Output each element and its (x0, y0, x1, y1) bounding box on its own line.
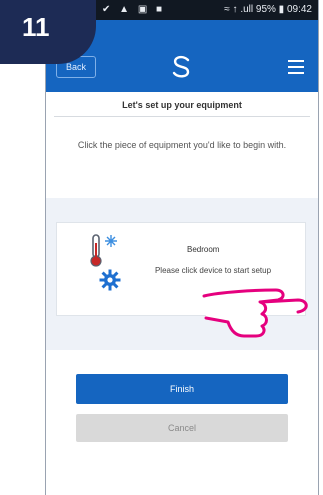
thermometer-icon (90, 234, 117, 267)
cancel-button[interactable]: Cancel (76, 414, 288, 442)
title-divider (54, 116, 310, 117)
gear-icon (99, 269, 121, 291)
finish-button[interactable]: Finish (76, 374, 288, 404)
status-left-icons: ✔ ▲ ▣ ■ (102, 4, 166, 15)
pointing-hand-icon (202, 288, 308, 338)
status-right: ≈ ↑ .ull 95% ▮ 09:42 (224, 4, 312, 15)
page-title: Let's set up your equipment (122, 100, 242, 110)
instruction-text: Click the piece of equipment you'd like … (77, 140, 287, 150)
step-badge: 11 (0, 0, 96, 64)
swirl-logo-icon (172, 55, 190, 78)
step-number: 11 (22, 12, 50, 42)
phone-screen: ✔ ▲ ▣ ■ ≈ ↑ .ull 95% ▮ 09:42 Back Let's … (45, 0, 319, 495)
hamburger-menu-icon[interactable] (288, 60, 304, 78)
